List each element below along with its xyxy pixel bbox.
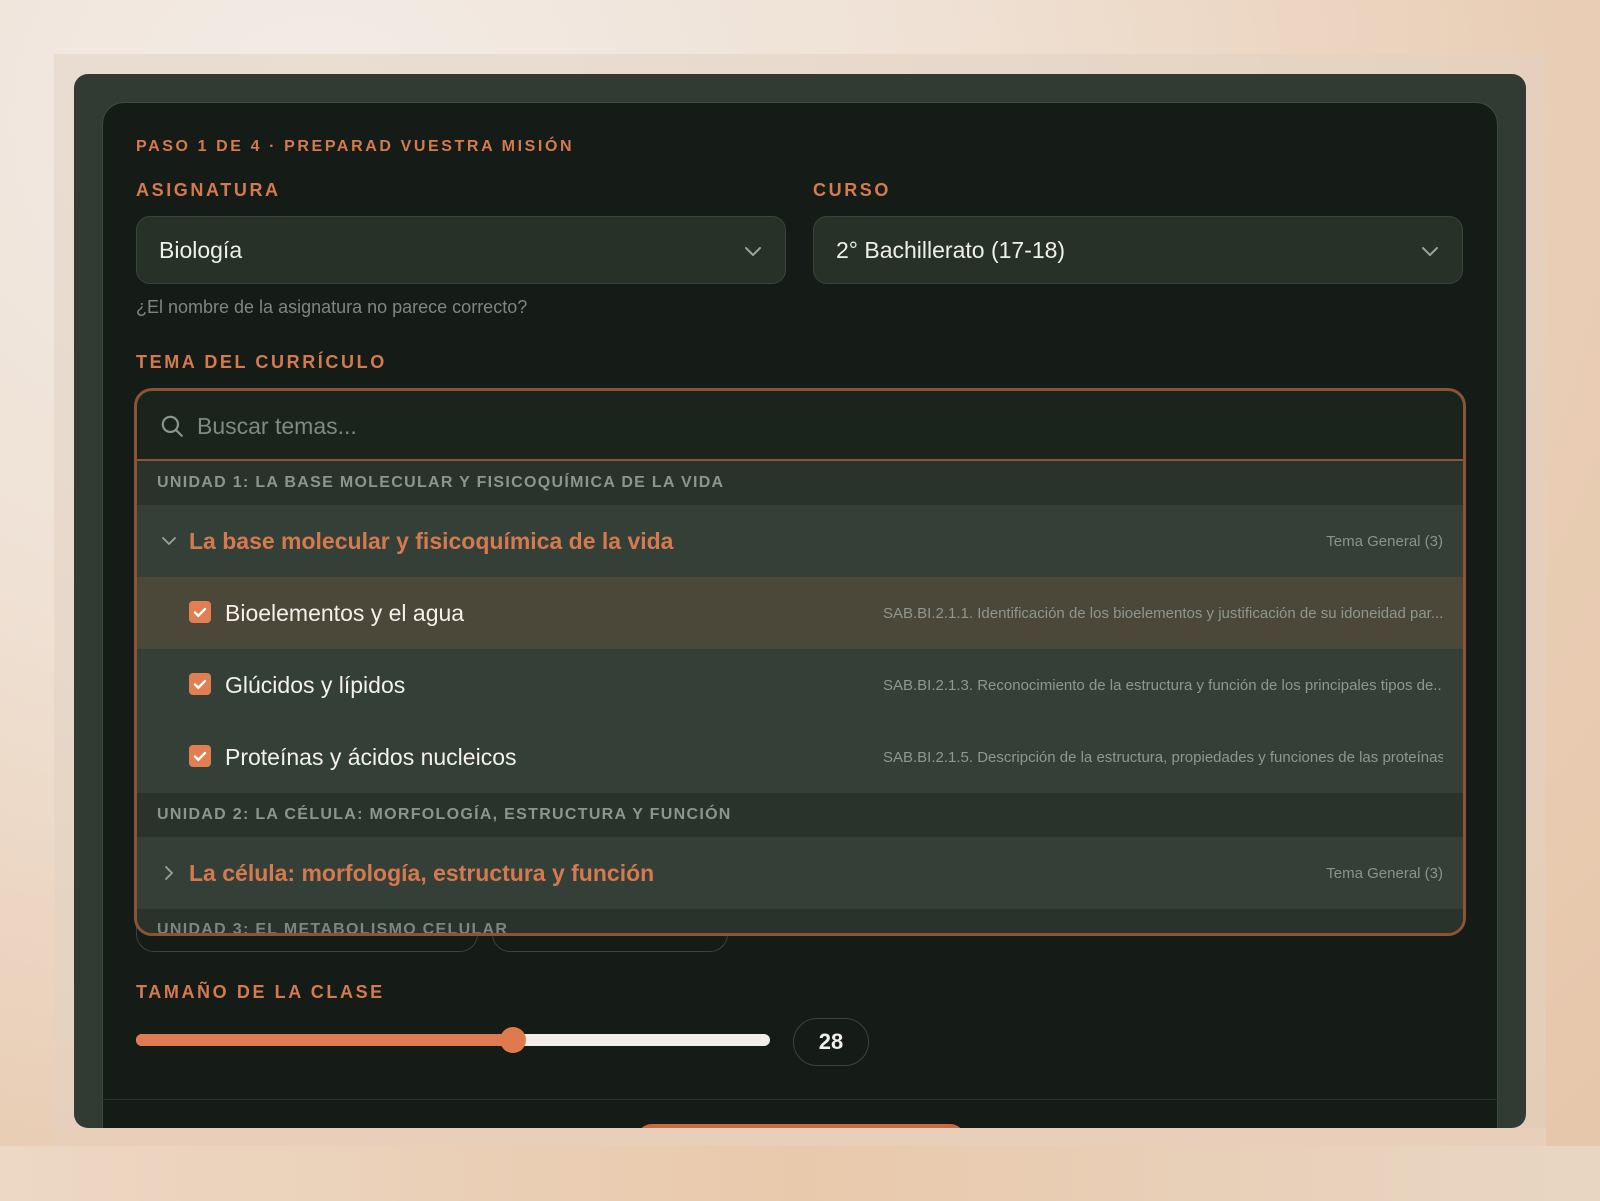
checkbox[interactable] (189, 673, 211, 695)
topic-row-unit-2[interactable]: La célula: morfología, estructura y func… (137, 837, 1463, 909)
chevron-right-icon (165, 866, 173, 880)
chevron-down-icon (162, 537, 176, 545)
checkbox[interactable] (189, 745, 211, 767)
slider-fill (136, 1034, 514, 1046)
topic-search (137, 391, 1463, 461)
divider (102, 1099, 1498, 1100)
topic-dropdown: UNIDAD 1: LA BASE MOLECULAR Y FISICOQUÍM… (134, 388, 1466, 936)
class-size-slider[interactable] (136, 1027, 770, 1053)
subtopic-name: Bioelementos y el agua (225, 599, 465, 626)
background (0, 1146, 1600, 1201)
asignatura-value: Biología (159, 236, 243, 263)
checkbox[interactable] (189, 601, 211, 623)
check-icon (193, 751, 207, 761)
topic-count: Tema General (3) (1326, 532, 1443, 550)
curso-select[interactable]: 2° Bachillerato (17-18) (813, 216, 1463, 284)
search-input[interactable] (195, 405, 1399, 447)
subtopic-row[interactable]: Proteínas y ácidos nucleicos SAB.BI.2.1.… (137, 721, 1463, 793)
class-size-value: 28 (793, 1018, 869, 1066)
curso-value: 2° Bachillerato (17-18) (836, 236, 1066, 263)
frame-bottom (54, 1128, 1546, 1146)
topic-count: Tema General (3) (1326, 864, 1443, 882)
subtopic-name: Glúcidos y lípidos (225, 671, 406, 698)
chevron-down-icon (1422, 247, 1438, 256)
topic-title: La célula: morfología, estructura y func… (189, 859, 655, 886)
tema-label: TEMA DEL CURRÍCULO (136, 352, 387, 372)
asignatura-select[interactable]: Biología (136, 216, 786, 284)
topic-title: La base molecular y fisicoquímica de la … (189, 527, 674, 554)
subtopic-row[interactable]: Bioelementos y el agua SAB.BI.2.1.1. Ide… (137, 577, 1463, 649)
chevron-down-icon (745, 247, 761, 256)
subtopic-description: SAB.BI.2.1.5. Descripción de la estructu… (883, 748, 1443, 766)
subject-hint-link[interactable]: ¿El nombre de la asignatura no parece co… (136, 297, 527, 318)
curso-label: CURSO (813, 180, 892, 200)
check-icon (193, 607, 207, 617)
search-icon (161, 415, 183, 437)
topic-row-unit-1[interactable]: La base molecular y fisicoquímica de la … (137, 505, 1463, 577)
subtopic-description: SAB.BI.2.1.1. Identificación de los bioe… (883, 604, 1443, 622)
unit-header: UNIDAD 3: EL METABOLISMO CELULAR (137, 909, 1463, 933)
class-size-label: TAMAÑO DE LA CLASE (136, 982, 385, 1002)
unit-header: UNIDAD 2: LA CÉLULA: MORFOLOGÍA, ESTRUCT… (137, 793, 1463, 837)
subtopic-description: SAB.BI.2.1.3. Reconocimiento de la estru… (883, 676, 1443, 694)
subtopic-row[interactable]: Glúcidos y lípidos SAB.BI.2.1.3. Reconoc… (137, 649, 1463, 721)
asignatura-label: ASIGNATURA (136, 180, 281, 200)
subtopic-name: Proteínas y ácidos nucleicos (225, 743, 517, 770)
unit-header: UNIDAD 1: LA BASE MOLECULAR Y FISICOQUÍM… (137, 461, 1463, 505)
check-icon (193, 679, 207, 689)
step-indicator: PASO 1 DE 4 · PREPARAD VUESTRA MISIÓN (136, 138, 575, 155)
